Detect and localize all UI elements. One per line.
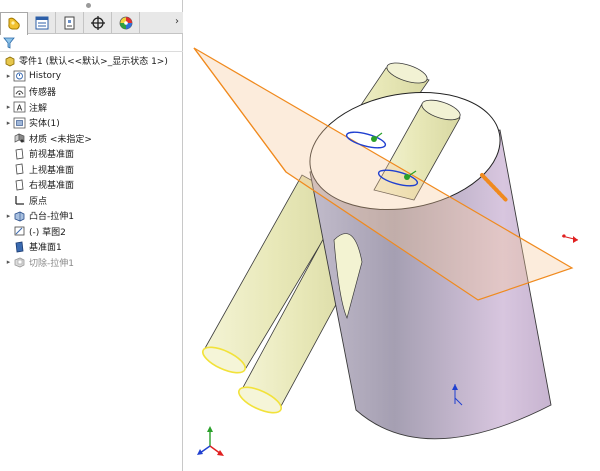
feature-manager-icon [8, 17, 20, 30]
cut-extrude-icon [13, 256, 26, 268]
tree-item-origin[interactable]: 原点 [0, 193, 183, 209]
configuration-manager-icon [64, 16, 74, 30]
tree-root[interactable]: 零件1 (默认<<默认>_显示状态 1>) [0, 53, 183, 69]
tree-item-annotations[interactable]: ▸ A 注解 [0, 100, 183, 116]
filter-bar[interactable] [0, 34, 183, 52]
tree-item-label: 实体(1) [29, 119, 60, 130]
tree-item-top-plane[interactable]: 上视基准面 [0, 162, 183, 178]
graphics-viewport[interactable] [184, 0, 600, 471]
tree-item-material[interactable]: 材质 <未指定> [0, 131, 183, 147]
tree-item-label: 传感器 [29, 88, 57, 99]
tree-item-label: 基准面1 [29, 243, 62, 254]
tab-property-manager[interactable] [28, 12, 56, 34]
expand-arrow[interactable]: ▸ [4, 119, 13, 127]
tree-item-front-plane[interactable]: 前视基准面 [0, 146, 183, 162]
plane-icon [13, 148, 26, 160]
tree-item-label: 前视基准面 [29, 150, 75, 161]
tree-item-boss-extrude[interactable]: ▸ 凸台-拉伸1 [0, 208, 183, 224]
tree-item-sketch[interactable]: (-) 草图2 [0, 224, 183, 240]
part-icon [3, 55, 16, 67]
tree-item-plane1[interactable]: 基准面1 [0, 239, 183, 255]
tree-item-solid-bodies[interactable]: ▸ 实体(1) [0, 115, 183, 131]
tab-dimxpert-manager[interactable] [84, 12, 112, 34]
history-folder-icon [13, 70, 26, 82]
crosshair-icon [90, 16, 105, 30]
sensor-folder-icon [13, 86, 26, 98]
feature-manager-panel: › 零件1 (默认<<默认>_显示状态 1>) ▸ History 传感器 ▸ … [0, 0, 183, 471]
tree-item-right-plane[interactable]: 右视基准面 [0, 177, 183, 193]
filter-icon[interactable] [3, 37, 15, 49]
appearance-wheel-icon [119, 16, 132, 30]
expand-arrow[interactable]: ▸ [4, 103, 13, 111]
annotations-icon: A [13, 101, 26, 113]
tab-feature-manager[interactable] [0, 12, 28, 35]
tree-root-label: 零件1 (默认<<默认>_显示状态 1>) [19, 57, 168, 68]
tree-item-label: 原点 [29, 196, 48, 207]
manager-tabs: › [0, 12, 183, 35]
tabs-scroll-arrow[interactable]: › [175, 16, 179, 27]
tree-item-label: 右视基准面 [29, 181, 75, 192]
tree-item-sensors[interactable]: 传感器 [0, 84, 183, 100]
expand-arrow[interactable]: ▸ [4, 258, 13, 266]
tree-item-history[interactable]: ▸ History [0, 69, 183, 85]
expand-arrow[interactable]: ▸ [4, 212, 13, 220]
tab-configuration-manager[interactable] [56, 12, 84, 34]
tree-item-label: 注解 [29, 103, 48, 114]
tree-item-cut-extrude[interactable]: ▸ 切除-拉伸1 [0, 255, 183, 271]
plane-icon [13, 241, 26, 253]
tree-item-label: (-) 草图2 [29, 227, 66, 238]
svg-text:A: A [17, 104, 23, 113]
plane-icon [13, 179, 26, 191]
tree-item-label: 材质 <未指定> [29, 134, 92, 145]
tree-item-label: History [29, 71, 62, 82]
view-triad [197, 426, 224, 456]
plane-icon [13, 163, 26, 175]
tab-display-manager[interactable] [112, 12, 140, 34]
boss-extrude-icon [13, 210, 26, 222]
property-manager-icon [35, 16, 48, 30]
feature-tree: 零件1 (默认<<默认>_显示状态 1>) ▸ History 传感器 ▸ A … [0, 53, 183, 270]
plane-normal-arrow [561, 234, 579, 243]
expand-arrow[interactable]: ▸ [4, 72, 13, 80]
tree-item-label: 上视基准面 [29, 165, 75, 176]
tree-item-label: 切除-拉伸1 [29, 258, 74, 269]
panel-grip[interactable] [86, 3, 91, 8]
tree-item-label: 凸台-拉伸1 [29, 212, 74, 223]
origin-icon [13, 194, 26, 206]
solid-bodies-icon [13, 117, 26, 129]
material-icon [13, 132, 26, 144]
sketch-icon [13, 225, 26, 237]
